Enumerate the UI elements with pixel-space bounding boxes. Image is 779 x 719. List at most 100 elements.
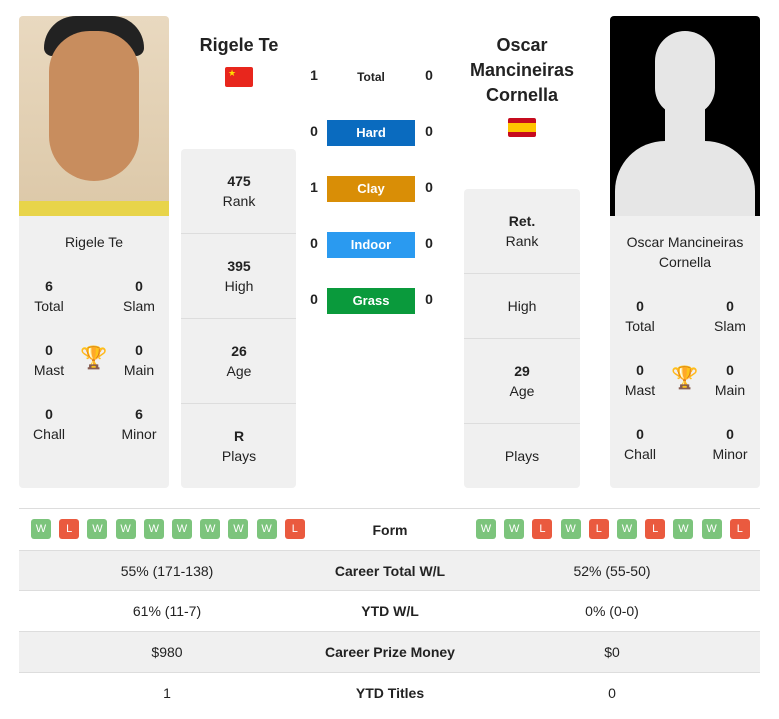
p2-value: 52% (55-50)	[573, 563, 651, 579]
label: Age	[226, 363, 252, 379]
table-row: 61% (11-7) YTD W/L 0% (0-0)	[19, 590, 760, 631]
form-win-badge: W	[256, 519, 277, 539]
row-label: Career Prize Money	[325, 644, 455, 660]
label: Chall	[624, 446, 656, 462]
player1-mast: 0	[45, 342, 53, 358]
form-win-badge: W	[31, 519, 51, 539]
p1-value: 1	[163, 685, 171, 701]
player2-slam: 0	[726, 298, 734, 314]
form-win-badge: W	[115, 519, 136, 539]
form-label: Form	[372, 522, 408, 538]
grass-badge: Grass	[327, 288, 415, 314]
player1-main: 0	[135, 342, 143, 358]
h2h-total-p2: 0	[425, 67, 433, 83]
label: Plays	[221, 448, 257, 464]
form-win-badge: W	[504, 519, 525, 539]
player1-rank: 475	[227, 173, 251, 189]
p1-value: 61% (11-7)	[132, 603, 202, 619]
player2-title-line3: Cornella	[485, 85, 559, 105]
p2-value: 0	[608, 685, 616, 701]
form-win-badge: W	[143, 519, 164, 539]
row-label: Career Total W/L	[334, 563, 446, 579]
player2-total: 0	[636, 298, 644, 314]
label: Plays	[504, 448, 540, 464]
label: Age	[509, 383, 535, 399]
name-part: Cornella	[658, 254, 712, 270]
label: Total	[34, 298, 64, 314]
form-loss-badge: L	[588, 519, 609, 539]
player2-chall: 0	[636, 426, 644, 442]
row-label: YTD Titles	[355, 685, 425, 701]
label: Slam	[123, 298, 155, 314]
player2-age: 29	[514, 363, 530, 379]
label: High	[507, 298, 537, 314]
form-win-badge: W	[617, 519, 637, 539]
h2h-hard-p2: 0	[425, 123, 433, 139]
h2h-clay-p1: 1	[310, 179, 318, 195]
player2-photo-placeholder	[610, 16, 760, 216]
player2-minor: 0	[726, 426, 734, 442]
spain-flag-icon	[508, 118, 536, 137]
form-loss-badge: L	[729, 519, 750, 539]
label: Chall	[33, 426, 65, 442]
clay-badge: Clay	[327, 176, 415, 202]
player1-minor: 6	[135, 406, 143, 422]
table-row: 1 YTD Titles 0	[19, 672, 760, 713]
label: Rank	[505, 233, 539, 249]
indoor-badge: Indoor	[327, 232, 415, 258]
form-loss-badge: L	[532, 519, 553, 539]
form-win-badge: W	[701, 519, 722, 539]
row-label: YTD W/L	[361, 603, 419, 619]
player2-title-line1: Oscar	[496, 35, 548, 55]
form-win-badge: W	[200, 519, 221, 539]
player1-high: 395	[227, 258, 251, 274]
form-win-badge: W	[560, 519, 581, 539]
h2h-hard-p1: 0	[310, 123, 318, 139]
label: Minor	[712, 446, 748, 462]
h2h-indoor-p1: 0	[310, 235, 318, 251]
player1-photo	[19, 16, 169, 216]
player2-title-line2: Mancineiras	[469, 60, 575, 80]
label: High	[224, 278, 254, 294]
form-loss-badge: L	[284, 519, 305, 539]
p2-value: $0	[604, 644, 620, 660]
trophy-icon: 🏆	[80, 345, 108, 370]
p2-value: 0% (0-0)	[585, 603, 639, 619]
player1-age: 26	[231, 343, 247, 359]
label: Rank	[222, 193, 256, 209]
form-win-badge: W	[476, 519, 496, 539]
china-flag-icon: ★	[225, 67, 253, 87]
label: Slam	[714, 318, 746, 334]
player1-chall: 0	[45, 406, 53, 422]
h2h-indoor-p2: 0	[425, 235, 433, 251]
form-win-badge: W	[228, 519, 249, 539]
form-win-badge: W	[87, 519, 108, 539]
label: Total	[625, 318, 655, 334]
form-loss-badge: L	[645, 519, 666, 539]
table-row: $980 Career Prize Money $0	[19, 631, 760, 672]
player2-mast: 0	[636, 362, 644, 378]
h2h-grass-p2: 0	[425, 291, 433, 307]
name-part: Oscar Mancineiras	[626, 234, 744, 250]
player1-plays: R	[233, 428, 245, 444]
label: Mast	[624, 382, 656, 398]
player2-rank: Ret.	[508, 213, 536, 229]
label: Minor	[121, 426, 157, 442]
player2-main: 0	[726, 362, 734, 378]
hard-badge: Hard	[327, 120, 415, 146]
label: Main	[123, 362, 155, 378]
player1-title: Rigele Te	[199, 35, 279, 55]
p1-value: 55% (171-138)	[120, 563, 214, 579]
form-win-badge: W	[172, 519, 192, 539]
player1-name: Rigele Te	[64, 234, 124, 250]
form-win-badge: W	[673, 519, 694, 539]
form-loss-badge: L	[59, 519, 80, 539]
label: Main	[714, 382, 746, 398]
player1-total: 6	[45, 278, 53, 294]
h2h-grass-p1: 0	[310, 291, 318, 307]
h2h-total-p1: 1	[310, 67, 318, 83]
label: Mast	[33, 362, 65, 378]
player2-name: Oscar Mancineiras Cornella	[610, 232, 760, 272]
h2h-clay-p2: 0	[425, 179, 433, 195]
trophy-icon: 🏆	[671, 365, 699, 390]
